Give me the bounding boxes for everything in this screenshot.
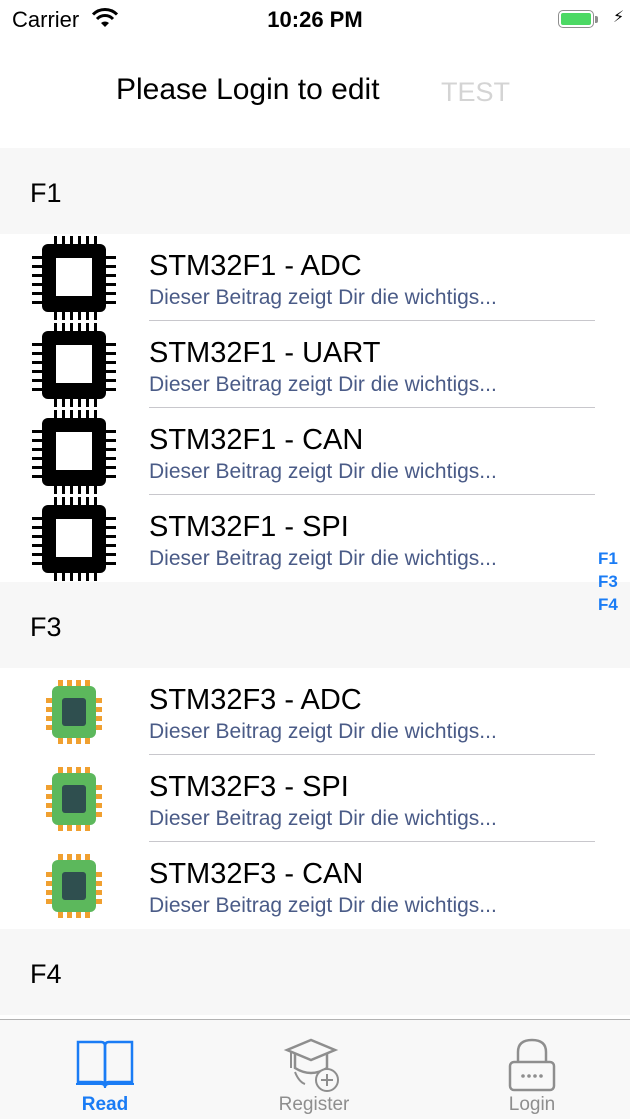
tab-read-label: Read [81,1094,129,1115]
row-title: STM32F1 - ADC [149,250,362,282]
table-row[interactable]: STM32F3 - CAN Dieser Beitrag zeigt Dir di… [0,842,630,929]
row-subtitle: Dieser Beitrag zeigt Dir die wichtigs... [149,286,497,309]
table-row[interactable]: STM32F1 - ADC Dieser Beitrag zeigt Dir di… [0,234,630,321]
page-title: Please Login to edit [116,73,380,106]
table-row[interactable]: STM32F3 - ADC Dieser Beitrag zeigt Dir di… [0,668,630,755]
battery-icon [558,10,602,30]
row-subtitle: Dieser Beitrag zeigt Dir die wichtigs... [149,460,497,483]
tab-register-label: Register [278,1094,350,1115]
table-row[interactable]: STM32F1 - SPI Dieser Beitrag zeigt Dir di… [0,495,630,582]
row-title: STM32F1 - CAN [149,424,364,456]
section-header-label: F3 [30,612,62,642]
index-item-f4[interactable]: F4 [598,593,628,616]
table-row[interactable]: STM32F3 - SPI Dieser Beitrag zeigt Dir di… [0,755,630,842]
charging-icon: ⚡ [613,9,625,26]
row-subtitle: Dieser Beitrag zeigt Dir die wichtigs... [149,894,497,917]
section-header-f4: F4 [0,929,630,1015]
battery-fill [561,13,591,25]
green-chip-icon [30,757,118,841]
black-chip-icon [30,236,118,320]
black-chip-icon [30,410,118,494]
tab-bar: Read Register Login [0,1019,630,1119]
lock-icon [508,1038,556,1092]
section-index[interactable]: F1 F3 F4 [598,547,628,616]
green-chip-icon [30,670,118,754]
tab-read[interactable]: Read [25,1020,185,1120]
tab-login-label: Login [508,1094,556,1115]
row-subtitle: Dieser Beitrag zeigt Dir die wichtigs... [149,547,497,570]
index-item-f1[interactable]: F1 [598,547,628,570]
table-row[interactable]: STM32F1 - UART Dieser Beitrag zeigt Dir d… [0,321,630,408]
book-icon [76,1040,134,1089]
row-title: STM32F1 - UART [149,337,381,369]
test-button[interactable]: TEST [441,77,510,108]
row-title: STM32F3 - ADC [149,684,362,716]
status-bar: Carrier 10:26 PM ⚡ [0,0,630,40]
black-chip-icon [30,497,118,581]
index-item-f3[interactable]: F3 [598,570,628,593]
black-chip-icon [30,323,118,407]
clock: 10:26 PM [267,7,363,32]
graduation-cap-icon [283,1038,339,1092]
section-header-label: F1 [30,178,62,208]
navigation-bar: Please Login to edit TEST [0,40,630,148]
row-subtitle: Dieser Beitrag zeigt Dir die wichtigs... [149,720,497,743]
green-chip-icon [30,844,118,928]
row-subtitle: Dieser Beitrag zeigt Dir die wichtigs... [149,373,497,396]
tab-register[interactable]: Register [234,1020,394,1120]
section-header-label: F4 [30,959,62,989]
section-header-f1: F1 [0,148,630,234]
tab-login[interactable]: Login [452,1020,612,1120]
row-title: STM32F3 - CAN [149,858,364,890]
row-title: STM32F1 - SPI [149,511,349,543]
row-title: STM32F3 - SPI [149,771,349,803]
table-row[interactable]: STM32F1 - CAN Dieser Beitrag zeigt Dir di… [0,408,630,495]
section-header-f3: F3 [0,582,630,668]
row-subtitle: Dieser Beitrag zeigt Dir die wichtigs... [149,807,497,830]
